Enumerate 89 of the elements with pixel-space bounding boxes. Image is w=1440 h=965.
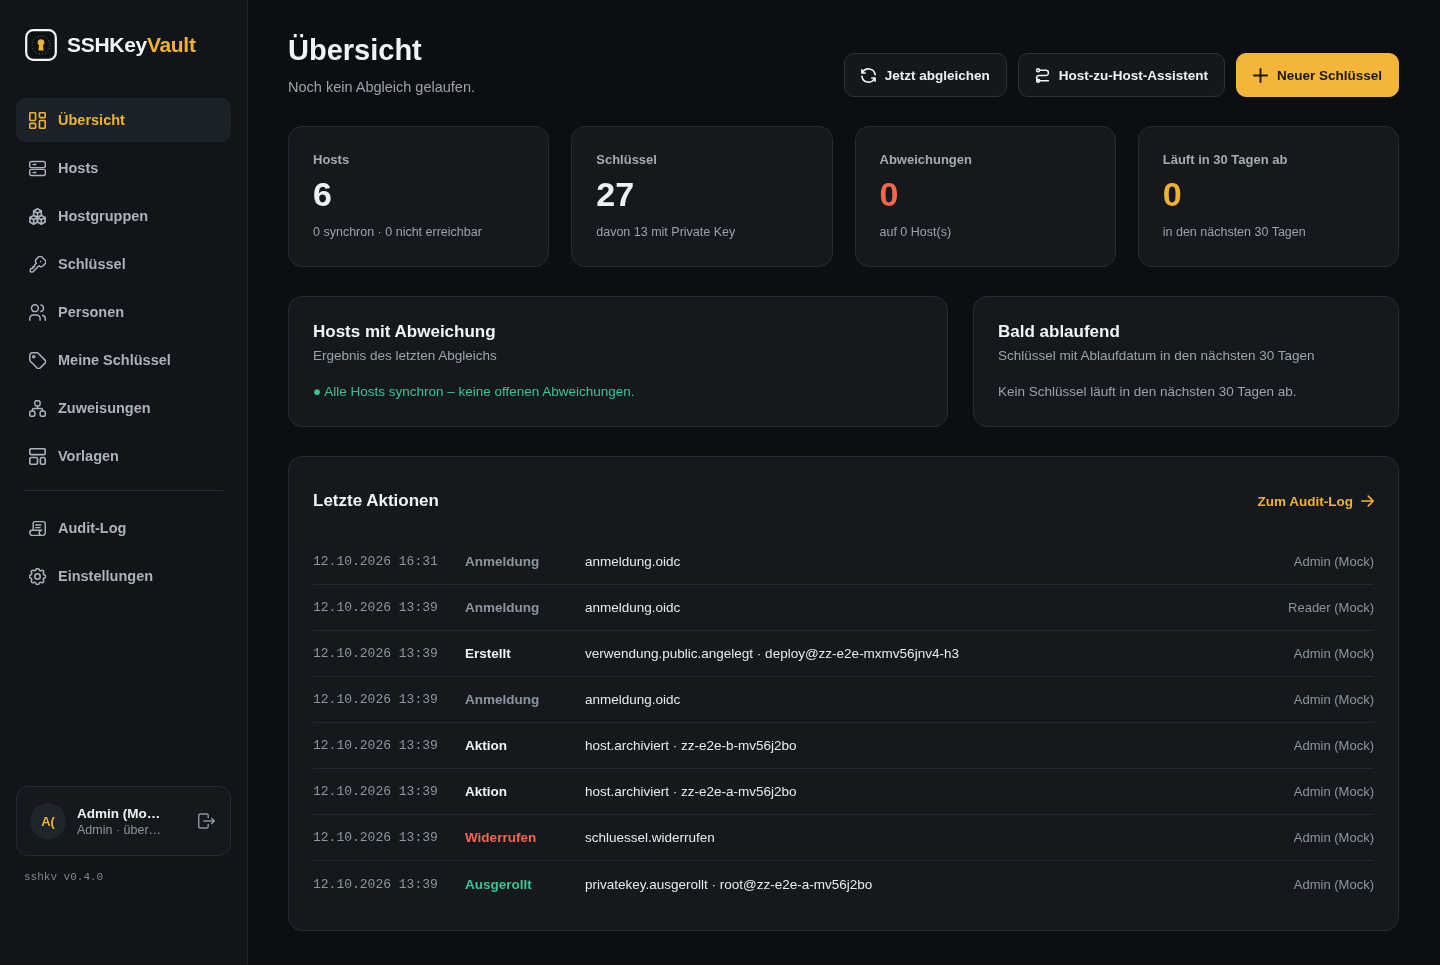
log-actor: Admin (Mock) — [1293, 738, 1374, 753]
sync-button[interactable]: Jetzt abgleichen — [843, 53, 1007, 97]
stat-value: 0 — [879, 175, 900, 213]
logo-icon — [25, 29, 57, 61]
logo-wordmark: SSHKeyVault — [67, 33, 196, 57]
tag-icon — [29, 351, 46, 369]
nav-item[interactable]: Personen — [16, 290, 231, 334]
log-action: Aktion — [465, 784, 508, 799]
log-time: 12.10.2026 13:39 — [313, 692, 439, 707]
log-detail: anmeldung.oidc — [585, 692, 682, 707]
arrow-right-icon — [1361, 495, 1374, 507]
log-time: 12.10.2026 16:31 — [313, 554, 439, 569]
logout-icon — [198, 813, 215, 829]
log-time: 12.10.2026 13:39 — [313, 600, 439, 615]
log-action: Anmeldung — [465, 600, 541, 615]
stat-label: Hosts — [313, 151, 351, 169]
log-action: Anmeldung — [465, 554, 541, 569]
log-actor: Admin (Mock) — [1293, 646, 1374, 661]
stat-note: davon 13 mit Private Key — [596, 224, 737, 240]
scroll-icon — [29, 519, 46, 537]
log-actor: Admin (Mock) — [1293, 784, 1374, 799]
user-role: Admin · über… — [77, 822, 162, 837]
log-detail: host.archiviert · zz-e2e-b-mv56j2bo — [585, 738, 798, 753]
page-subtitle: Noch kein Abgleich gelaufen. — [288, 78, 476, 97]
stat-value: 6 — [313, 175, 333, 213]
user-name: Admin (Mo… — [77, 805, 162, 821]
nav-item[interactable]: Zuweisungen — [16, 386, 231, 430]
log-action: Anmeldung — [465, 692, 541, 707]
nav-item[interactable]: Übersicht — [16, 98, 231, 142]
log-detail: verwendung.public.angelegt · deploy@zz-e2e-mxmv56jnv4-h3 — [585, 646, 960, 661]
log-action: Erstellt — [465, 646, 512, 661]
log-detail: privatekey.ausgerollt · root@zz-e2e-a-mv56j2bo — [585, 876, 874, 892]
log-detail: host.archiviert · zz-e2e-a-mv56j2bo — [585, 784, 798, 799]
audit-log-link[interactable]: Zum Audit-Log — [1257, 493, 1374, 509]
panel-title: Hosts mit Abweichung — [313, 321, 497, 343]
hierarchy-icon — [29, 399, 46, 417]
version-label: sshkv v0.4.0 — [23, 871, 105, 883]
new-key-button[interactable]: Neuer Schlüssel — [1235, 53, 1399, 97]
user-avatar: A( — [30, 803, 66, 839]
panel-message: ● Alle Hosts synchron – keine offenen Abweichungen. — [313, 383, 636, 401]
key-icon — [29, 255, 46, 273]
log-detail: anmeldung.oidc — [585, 554, 682, 569]
plus-icon — [1252, 67, 1268, 83]
log-time: 12.10.2026 13:39 — [313, 646, 439, 661]
nav-item[interactable]: Hostgruppen — [16, 194, 231, 238]
nav-item[interactable]: Audit-Log — [16, 506, 231, 550]
log-time: 12.10.2026 13:39 — [313, 876, 439, 892]
stat-value: 0 — [1162, 175, 1183, 213]
panel-message: Kein Schlüssel läuft in den nächsten 30 Tagen ab. — [998, 383, 1298, 401]
layout-icon — [29, 447, 46, 465]
log-action: Widerrufen — [465, 830, 538, 845]
server-icon — [29, 159, 46, 177]
log-action: Aktion — [465, 738, 508, 753]
route-icon — [1034, 67, 1050, 83]
cubes-icon — [29, 207, 46, 225]
nav-item[interactable]: Schlüssel — [16, 242, 231, 286]
log-actor: Admin (Mock) — [1293, 830, 1374, 845]
settings-icon — [29, 567, 46, 585]
logout-button[interactable] — [196, 811, 217, 831]
page-title: Übersicht — [288, 33, 423, 67]
nav-item[interactable]: Hosts — [16, 146, 231, 190]
stat-note: 0 synchron · 0 nicht erreichbar — [313, 224, 483, 240]
section-title: Letzte Aktionen — [313, 490, 439, 512]
assistant-button[interactable]: Host-zu-Host-Assistent — [1017, 53, 1225, 97]
nav-item[interactable]: Vorlagen — [16, 434, 231, 478]
nav-item[interactable]: Meine Schlüssel — [16, 338, 231, 382]
log-detail: anmeldung.oidc — [585, 600, 682, 615]
stat-note: auf 0 Host(s) — [879, 224, 953, 240]
log-time: 12.10.2026 13:39 — [313, 830, 439, 845]
stat-note: in den nächsten 30 Tagen — [1162, 224, 1307, 240]
users-icon — [29, 303, 46, 321]
stat-value: 27 — [596, 175, 636, 213]
stat-label: Schlüssel — [596, 151, 658, 169]
dashboard-icon — [29, 111, 46, 129]
log-actor: Admin (Mock) — [1293, 876, 1374, 892]
log-detail: schluessel.widerrufen — [585, 830, 716, 845]
log-actor: Reader (Mock) — [1288, 600, 1374, 615]
refresh-icon — [860, 67, 876, 83]
nav-item[interactable]: Einstellungen — [16, 554, 231, 598]
panel-subtitle: Schlüssel mit Ablaufdatum in den nächsten 30 Tagen — [998, 347, 1316, 365]
stat-label: Läuft in 30 Tagen ab — [1162, 151, 1289, 169]
log-action: Ausgerollt — [465, 876, 533, 892]
log-actor: Admin (Mock) — [1293, 692, 1374, 707]
panel-subtitle: Ergebnis des letzten Abgleichs — [313, 347, 498, 365]
log-time: 12.10.2026 13:39 — [313, 738, 439, 753]
panel-title: Bald ablaufend — [998, 321, 1121, 343]
log-actor: Admin (Mock) — [1293, 554, 1374, 569]
log-time: 12.10.2026 13:39 — [313, 784, 439, 799]
stat-label: Abweichungen — [879, 151, 973, 169]
